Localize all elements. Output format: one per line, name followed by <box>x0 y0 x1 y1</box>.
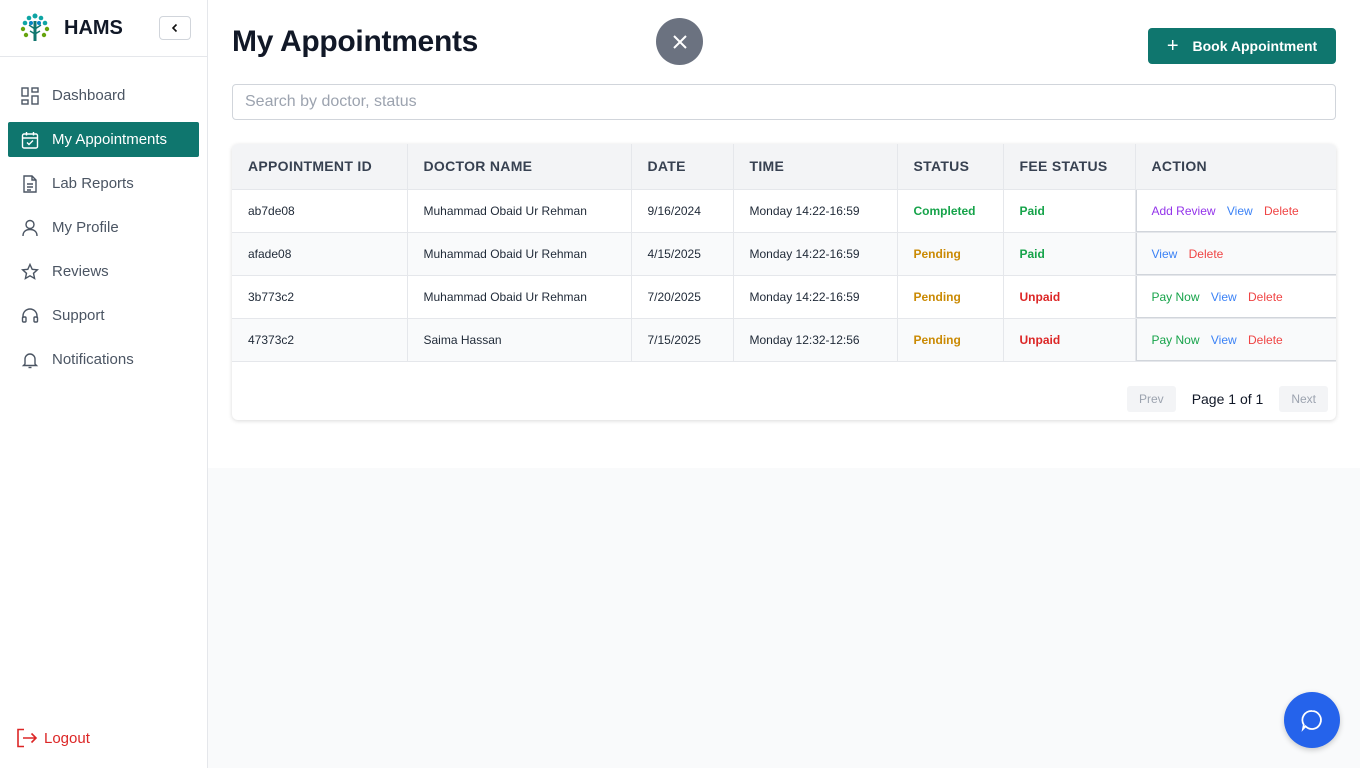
action-cell: View Delete <box>1135 232 1336 276</box>
appointments-table: APPOINTMENT ID DOCTOR NAME DATE TIME STA… <box>232 144 1336 362</box>
document-icon <box>20 174 40 194</box>
sidebar-item-my-profile[interactable]: My Profile <box>8 210 199 245</box>
doctor-name-cell: Muhammad Obaid Ur Rehman <box>407 275 632 319</box>
delete-link[interactable]: Delete <box>1264 204 1299 218</box>
book-appointment-button[interactable]: + Book Appointment <box>1148 28 1336 64</box>
pagination: Prev Page 1 of 1 Next <box>1127 386 1328 412</box>
chat-bubble-icon <box>1301 710 1322 732</box>
sidebar-item-lab-reports[interactable]: Lab Reports <box>8 166 199 201</box>
user-icon <box>20 218 40 238</box>
column-header: APPOINTMENT ID <box>232 144 408 190</box>
status-cell: Completed <box>897 189 1004 233</box>
time-cell: Monday 12:32-12:56 <box>733 318 898 362</box>
delete-link[interactable]: Delete <box>1189 247 1224 261</box>
page-title: My Appointments <box>232 25 479 58</box>
fee-status-cell: Unpaid <box>1003 318 1136 362</box>
collapse-sidebar-button[interactable] <box>159 16 191 40</box>
chat-button[interactable] <box>1284 692 1340 748</box>
status-cell: Pending <box>897 318 1004 362</box>
view-link[interactable]: View <box>1211 333 1237 347</box>
brand-header: HAMS <box>0 0 207 57</box>
doctor-name-cell: Saima Hassan <box>407 318 632 362</box>
pay-now-link[interactable]: Pay Now <box>1152 290 1200 304</box>
doctor-name-cell: Muhammad Obaid Ur Rehman <box>407 232 632 276</box>
content-panel: My Appointments + Book Appointment APPOI… <box>208 0 1360 468</box>
appointments-table-card: APPOINTMENT ID DOCTOR NAME DATE TIME STA… <box>232 144 1336 420</box>
pay-now-link[interactable]: Pay Now <box>1152 333 1200 347</box>
fee-status-cell: Unpaid <box>1003 275 1136 319</box>
action-cell: Pay Now View Delete <box>1135 318 1336 362</box>
sidebar-item-label: My Appointments <box>52 131 168 148</box>
sidebar-item-label: Reviews <box>52 263 109 280</box>
column-header: DATE <box>631 144 734 190</box>
time-cell: Monday 14:22-16:59 <box>733 189 898 233</box>
headset-icon <box>20 306 40 326</box>
close-button[interactable] <box>656 18 703 65</box>
appointment-id-cell: ab7de08 <box>232 189 408 233</box>
column-header: FEE STATUS <box>1003 144 1136 190</box>
logout-label: Logout <box>44 729 90 747</box>
sidebar-item-reviews[interactable]: Reviews <box>8 254 199 289</box>
plus-icon: + <box>1166 35 1179 57</box>
sidebar-item-notifications[interactable]: Notifications <box>8 342 199 377</box>
column-header: TIME <box>733 144 898 190</box>
action-cell: Pay Now View Delete <box>1135 275 1336 319</box>
doctor-name-cell: Muhammad Obaid Ur Rehman <box>407 189 632 233</box>
brand-name: HAMS <box>64 16 123 39</box>
table-row: ab7de08 Muhammad Obaid Ur Rehman 9/16/20… <box>232 189 1336 233</box>
search-input[interactable] <box>232 84 1336 120</box>
page-indicator: Page 1 of 1 <box>1191 391 1264 407</box>
fee-status-cell: Paid <box>1003 189 1136 233</box>
sidebar-item-label: My Profile <box>52 219 119 236</box>
table-row: 47373c2 Saima Hassan 7/15/2025 Monday 12… <box>232 318 1336 362</box>
column-header: DOCTOR NAME <box>407 144 632 190</box>
appointment-id-cell: 3b773c2 <box>232 275 408 319</box>
appointment-id-cell: afade08 <box>232 232 408 276</box>
star-icon <box>20 262 40 282</box>
date-cell: 7/20/2025 <box>631 275 734 319</box>
date-cell: 4/15/2025 <box>631 232 734 276</box>
table-row: 3b773c2 Muhammad Obaid Ur Rehman 7/20/20… <box>232 275 1336 319</box>
sidebar-item-label: Lab Reports <box>52 175 134 192</box>
time-cell: Monday 14:22-16:59 <box>733 275 898 319</box>
book-appointment-label: Book Appointment <box>1192 38 1318 54</box>
chevron-left-icon <box>171 23 178 33</box>
sidebar-item-my-appointments[interactable]: My Appointments <box>8 122 199 157</box>
time-cell: Monday 14:22-16:59 <box>733 232 898 276</box>
add-review-link[interactable]: Add Review <box>1152 204 1216 218</box>
view-link[interactable]: View <box>1227 204 1253 218</box>
action-cell: Add Review View Delete <box>1135 189 1336 233</box>
bell-icon <box>20 350 40 370</box>
delete-link[interactable]: Delete <box>1248 333 1283 347</box>
prev-button[interactable]: Prev <box>1127 386 1176 412</box>
status-cell: Pending <box>897 275 1004 319</box>
tree-logo-icon <box>20 13 50 41</box>
calendar-check-icon <box>20 130 40 150</box>
sidebar: HAMS Dashboard My Appointments Lab Repor… <box>0 0 208 768</box>
table-header-row: APPOINTMENT ID DOCTOR NAME DATE TIME STA… <box>232 144 1336 190</box>
sidebar-item-label: Support <box>52 307 105 324</box>
delete-link[interactable]: Delete <box>1248 290 1283 304</box>
column-header: ACTION <box>1135 144 1336 190</box>
logout-button[interactable]: Logout <box>16 728 90 748</box>
main-content: My Appointments + Book Appointment APPOI… <box>208 0 1360 768</box>
fee-status-cell: Paid <box>1003 232 1136 276</box>
sidebar-item-label: Notifications <box>52 351 134 368</box>
appointment-id-cell: 47373c2 <box>232 318 408 362</box>
date-cell: 9/16/2024 <box>631 189 734 233</box>
table-row: afade08 Muhammad Obaid Ur Rehman 4/15/20… <box>232 232 1336 276</box>
view-link[interactable]: View <box>1152 247 1178 261</box>
status-cell: Pending <box>897 232 1004 276</box>
date-cell: 7/15/2025 <box>631 318 734 362</box>
logout-icon <box>17 728 38 748</box>
sidebar-item-support[interactable]: Support <box>8 298 199 333</box>
column-header: STATUS <box>897 144 1004 190</box>
sidebar-item-label: Dashboard <box>52 87 126 104</box>
close-icon <box>672 34 687 49</box>
view-link[interactable]: View <box>1211 290 1237 304</box>
sidebar-item-dashboard[interactable]: Dashboard <box>8 78 199 113</box>
sidebar-nav: Dashboard My Appointments Lab Reports My… <box>0 78 207 377</box>
next-button[interactable]: Next <box>1279 386 1328 412</box>
dashboard-icon <box>20 86 40 106</box>
